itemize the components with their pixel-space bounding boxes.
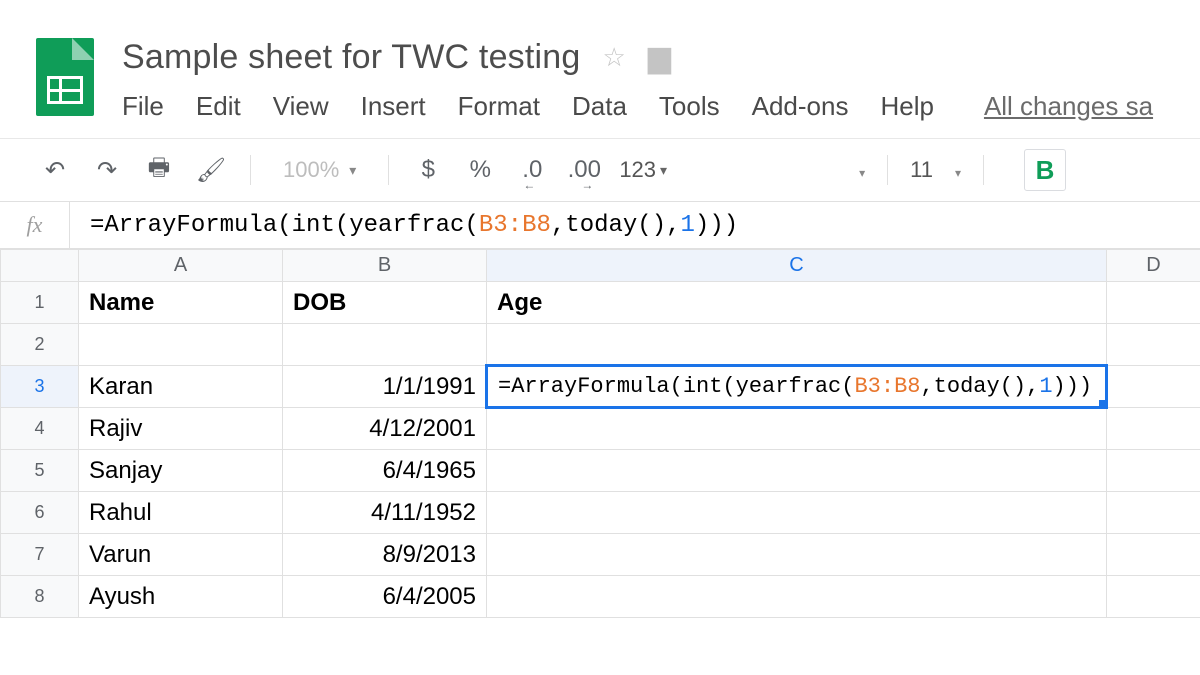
- document-title[interactable]: Sample sheet for TWC testing: [122, 38, 581, 77]
- row-header[interactable]: 6: [1, 492, 79, 534]
- print-button[interactable]: 🖶: [142, 150, 176, 191]
- toolbar: ↶ ↷ 🖶 🖌 100% $ % .0← .00→ 123▾ 11 B: [0, 139, 1200, 201]
- menu-file[interactable]: File: [122, 91, 164, 122]
- select-all-corner[interactable]: [1, 250, 79, 282]
- table-row: 6 Rahul 4/11/1952: [1, 492, 1200, 534]
- sheets-logo-icon[interactable]: [36, 38, 94, 116]
- cell-A1[interactable]: Name: [79, 282, 283, 324]
- table-row: 4 Rajiv 4/12/2001: [1, 408, 1200, 450]
- save-status[interactable]: All changes sa: [984, 91, 1153, 122]
- zoom-dropdown[interactable]: 100%: [283, 157, 356, 183]
- decrease-decimal-button[interactable]: .0←: [515, 156, 549, 184]
- row-header[interactable]: 2: [1, 324, 79, 366]
- percent-button[interactable]: %: [463, 156, 497, 184]
- cell-C6[interactable]: [487, 492, 1107, 534]
- table-row: 2: [1, 324, 1200, 366]
- menu-insert[interactable]: Insert: [361, 91, 426, 122]
- increase-decimal-button[interactable]: .00→: [567, 156, 601, 184]
- row-header[interactable]: 4: [1, 408, 79, 450]
- menu-help[interactable]: Help: [880, 91, 933, 122]
- cell-C2[interactable]: [487, 324, 1107, 366]
- menu-view[interactable]: View: [273, 91, 329, 122]
- currency-button[interactable]: $: [411, 156, 445, 184]
- cell-C3-active[interactable]: =ArrayFormula(int(yearfrac(B3:B8,today()…: [487, 366, 1107, 408]
- cell-D2[interactable]: [1107, 324, 1200, 366]
- title-row: Sample sheet for TWC testing ☆ ▆: [122, 38, 1153, 77]
- cell-B8[interactable]: 6/4/2005: [283, 576, 487, 618]
- cell-D1[interactable]: [1107, 282, 1200, 324]
- menu-format[interactable]: Format: [458, 91, 540, 122]
- cell-D3[interactable]: [1107, 366, 1200, 408]
- doc-header: Sample sheet for TWC testing ☆ ▆ File Ed…: [0, 0, 1200, 122]
- cell-A4[interactable]: Rajiv: [79, 408, 283, 450]
- cell-B2[interactable]: [283, 324, 487, 366]
- star-icon[interactable]: ☆: [603, 42, 626, 73]
- col-header-B[interactable]: B: [283, 250, 487, 282]
- cell-B5[interactable]: 6/4/1965: [283, 450, 487, 492]
- font-family-dropdown[interactable]: [855, 157, 865, 183]
- row-header[interactable]: 7: [1, 534, 79, 576]
- undo-button[interactable]: ↶: [38, 156, 72, 185]
- cell-D6[interactable]: [1107, 492, 1200, 534]
- cell-C8[interactable]: [487, 576, 1107, 618]
- redo-button[interactable]: ↷: [90, 156, 124, 185]
- table-row: 8 Ayush 6/4/2005: [1, 576, 1200, 618]
- formula-input[interactable]: =ArrayFormula(int(yearfrac(B3:B8,today()…: [70, 212, 1200, 239]
- cell-B4[interactable]: 4/12/2001: [283, 408, 487, 450]
- cell-A2[interactable]: [79, 324, 283, 366]
- table-row: 7 Varun 8/9/2013: [1, 534, 1200, 576]
- cell-B6[interactable]: 4/11/1952: [283, 492, 487, 534]
- cell-C1[interactable]: Age: [487, 282, 1107, 324]
- font-size-dropdown[interactable]: [951, 157, 961, 183]
- font-size-input[interactable]: 11: [910, 157, 933, 183]
- table-row: 5 Sanjay 6/4/1965: [1, 450, 1200, 492]
- title-block: Sample sheet for TWC testing ☆ ▆ File Ed…: [122, 38, 1153, 122]
- cell-D5[interactable]: [1107, 450, 1200, 492]
- cell-A8[interactable]: Ayush: [79, 576, 283, 618]
- font-controls: 11: [855, 155, 988, 185]
- col-header-D[interactable]: D: [1107, 250, 1200, 282]
- cell-B7[interactable]: 8/9/2013: [283, 534, 487, 576]
- number-format-dropdown[interactable]: 123▾: [619, 157, 667, 183]
- cell-D7[interactable]: [1107, 534, 1200, 576]
- col-header-A[interactable]: A: [79, 250, 283, 282]
- spreadsheet-grid[interactable]: A B C D 1 Name DOB Age 2 3 Karan 1/1/199…: [0, 249, 1200, 618]
- cell-A6[interactable]: Rahul: [79, 492, 283, 534]
- column-header-row: A B C D: [1, 250, 1200, 282]
- folder-icon[interactable]: ▆: [648, 40, 671, 75]
- formula-bar: fx =ArrayFormula(int(yearfrac(B3:B8,toda…: [0, 201, 1200, 249]
- cell-A7[interactable]: Varun: [79, 534, 283, 576]
- menu-data[interactable]: Data: [572, 91, 627, 122]
- paint-format-button[interactable]: 🖌: [194, 156, 228, 185]
- table-row: 3 Karan 1/1/1991 =ArrayFormula(int(yearf…: [1, 366, 1200, 408]
- cell-D4[interactable]: [1107, 408, 1200, 450]
- menu-addons[interactable]: Add-ons: [752, 91, 849, 122]
- cell-A5[interactable]: Sanjay: [79, 450, 283, 492]
- cell-editor[interactable]: =ArrayFormula(int(yearfrac(B3:B8,today()…: [485, 364, 1108, 409]
- toolbar-separator: [388, 155, 389, 185]
- cell-B3[interactable]: 1/1/1991: [283, 366, 487, 408]
- row-header[interactable]: 5: [1, 450, 79, 492]
- row-header[interactable]: 3: [1, 366, 79, 408]
- bold-button[interactable]: B: [1024, 149, 1066, 191]
- cell-C7[interactable]: [487, 534, 1107, 576]
- menu-edit[interactable]: Edit: [196, 91, 241, 122]
- toolbar-separator: [983, 155, 984, 185]
- toolbar-separator: [250, 155, 251, 185]
- cell-D8[interactable]: [1107, 576, 1200, 618]
- toolbar-separator: [887, 155, 888, 185]
- cell-C4[interactable]: [487, 408, 1107, 450]
- cell-B1[interactable]: DOB: [283, 282, 487, 324]
- menu-tools[interactable]: Tools: [659, 91, 720, 122]
- table-row: 1 Name DOB Age: [1, 282, 1200, 324]
- row-header[interactable]: 8: [1, 576, 79, 618]
- fx-icon[interactable]: fx: [0, 201, 70, 249]
- menu-bar: File Edit View Insert Format Data Tools …: [122, 91, 1153, 122]
- cell-C5[interactable]: [487, 450, 1107, 492]
- cell-A3[interactable]: Karan: [79, 366, 283, 408]
- col-header-C[interactable]: C: [487, 250, 1107, 282]
- row-header[interactable]: 1: [1, 282, 79, 324]
